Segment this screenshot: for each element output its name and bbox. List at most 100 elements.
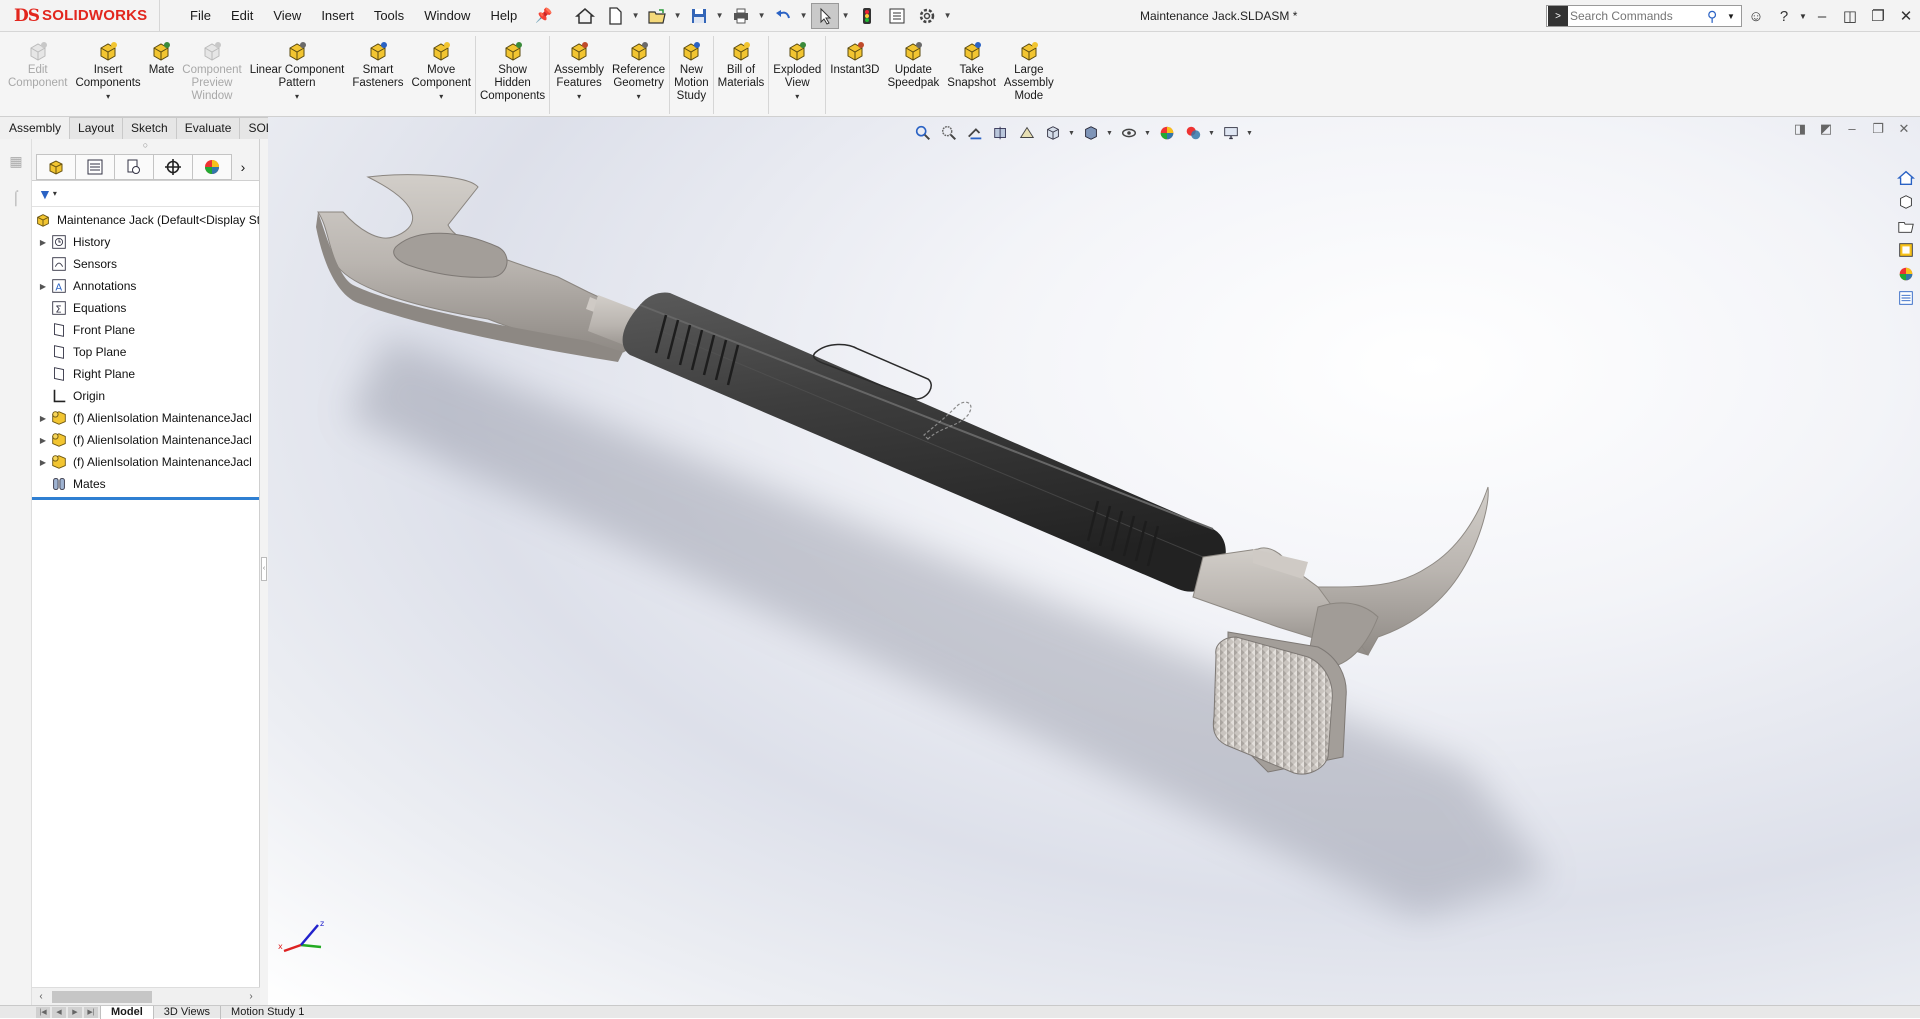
menu-insert[interactable]: Insert	[311, 0, 364, 32]
configuration-manager-tab[interactable]	[114, 153, 154, 180]
tile-left-icon[interactable]: ◨	[1790, 121, 1810, 137]
bottom-tab-motion-study-1[interactable]: Motion Study 1	[220, 1005, 314, 1019]
smart-fasteners-button[interactable]: Smart Fasteners	[348, 32, 407, 117]
edit-appearance-icon[interactable]	[1156, 122, 1178, 144]
dimxpert-manager-tab[interactable]	[153, 153, 193, 180]
search-input[interactable]	[1570, 9, 1700, 23]
appearances-icon[interactable]	[1895, 263, 1917, 285]
previous-view-icon[interactable]	[964, 122, 986, 144]
chevron-down-icon[interactable]: ▾	[106, 92, 110, 101]
user-icon[interactable]: ☺	[1742, 8, 1770, 25]
chevron-right-icon[interactable]: ›	[231, 154, 255, 180]
tile-window-icon[interactable]: ◫	[1836, 7, 1864, 25]
show-hidden-button[interactable]: Show Hidden Components	[476, 32, 549, 117]
expand-arrow-icon[interactable]: ▶	[36, 238, 50, 247]
chevron-down-icon[interactable]: ▼	[631, 11, 641, 20]
scroll-thumb[interactable]	[52, 990, 152, 1003]
next-tab-icon[interactable]: ▶	[68, 1006, 82, 1018]
help-icon[interactable]: ?	[1770, 8, 1798, 25]
display-manager-tab[interactable]	[192, 153, 232, 180]
component-preview-button[interactable]: Component Preview Window	[178, 32, 245, 117]
chevron-down-icon[interactable]: ▼	[673, 11, 683, 20]
filter-icon[interactable]: ▼ ▾	[32, 181, 259, 207]
hide-show-items-icon[interactable]	[1118, 122, 1140, 144]
design-library-icon[interactable]	[1895, 191, 1917, 213]
section-view-icon[interactable]	[990, 122, 1012, 144]
chevron-down-icon[interactable]: ▼	[1144, 130, 1152, 137]
tree-item[interactable]: ▶ (f) AlienIsolation MaintenanceJacl	[32, 429, 259, 451]
close-icon[interactable]: ✕	[1894, 121, 1914, 137]
chevron-down-icon[interactable]: ▼	[1727, 12, 1741, 21]
tree-item[interactable]: ▶ (f) AlienIsolation MaintenanceJacl	[32, 451, 259, 473]
tree-item[interactable]: ▶ (f) AlienIsolation MaintenanceJacl	[32, 407, 259, 429]
solidworks-logo[interactable]: DS SOLIDWORKS	[0, 0, 160, 32]
bom-button[interactable]: Bill of Materials	[714, 32, 769, 117]
tree-item[interactable]: Σ Equations	[32, 297, 259, 319]
prev-tab-icon[interactable]: ◀	[52, 1006, 66, 1018]
graphics-area[interactable]: ▼ ▼ ▼ ▼ ▼ ◨ ◩ – ❐ ✕ x z	[268, 117, 1920, 1005]
tree-item[interactable]: Top Plane	[32, 341, 259, 363]
expand-arrow-icon[interactable]: ▶	[36, 282, 50, 291]
bottom-tab-model[interactable]: Model	[100, 1005, 153, 1019]
tree-item[interactable]: ▶ History	[32, 231, 259, 253]
minimize-icon[interactable]: –	[1808, 8, 1836, 25]
linear-pattern-button[interactable]: Linear Component Pattern ▾	[246, 32, 349, 117]
scroll-left-icon[interactable]: ‹	[32, 991, 50, 1002]
expand-arrow-icon[interactable]: ▶	[36, 458, 50, 467]
reference-geometry-button[interactable]: Reference Geometry ▾	[608, 32, 669, 117]
tab-assembly[interactable]: Assembly	[0, 117, 71, 139]
open-folder-icon[interactable]	[643, 3, 671, 29]
file-explorer-icon[interactable]	[1895, 215, 1917, 237]
mate-button[interactable]: Mate	[145, 32, 179, 117]
property-manager-tab[interactable]	[75, 153, 115, 180]
panel-toggle-icon[interactable]: ▦	[5, 153, 27, 175]
menu-view[interactable]: View	[263, 0, 311, 32]
scroll-right-icon[interactable]: ›	[242, 991, 260, 1002]
custom-properties-icon[interactable]	[1895, 287, 1917, 309]
chevron-down-icon[interactable]: ▼	[1208, 130, 1216, 137]
chevron-down-icon[interactable]: ▼	[943, 11, 953, 20]
print-icon[interactable]	[727, 3, 755, 29]
file-properties-icon[interactable]	[883, 3, 911, 29]
first-tab-icon[interactable]: |◀	[36, 1006, 50, 1018]
chevron-down-icon[interactable]: ▼	[1068, 130, 1076, 137]
tab-layout[interactable]: Layout	[69, 117, 124, 139]
chevron-down-icon[interactable]: ▼	[757, 11, 767, 20]
chevron-down-icon[interactable]: ▾	[439, 92, 443, 101]
view-orientation-icon[interactable]	[1042, 122, 1064, 144]
chevron-down-icon[interactable]: ▾	[637, 92, 641, 101]
save-icon[interactable]	[685, 3, 713, 29]
menu-tools[interactable]: Tools	[364, 0, 414, 32]
motion-study-button[interactable]: New Motion Study	[670, 32, 713, 117]
minimize-icon[interactable]: –	[1842, 121, 1862, 137]
zoom-to-fit-icon[interactable]	[912, 122, 934, 144]
last-tab-icon[interactable]: ▶|	[84, 1006, 98, 1018]
bottom-tab-3d-views[interactable]: 3D Views	[152, 1005, 220, 1019]
tree-root-assembly[interactable]: Maintenance Jack (Default<Display St	[32, 209, 259, 231]
large-assembly-button[interactable]: Large Assembly Mode	[1000, 32, 1058, 117]
close-icon[interactable]: ✕	[1892, 7, 1920, 25]
expand-arrow-icon[interactable]: ▶	[36, 414, 50, 423]
search-commands-box[interactable]: > ⚲ ▼	[1546, 5, 1742, 27]
maintenance-jack-3d-model[interactable]	[268, 117, 1920, 1005]
view-palette-icon[interactable]	[1895, 239, 1917, 261]
insert-components-button[interactable]: Insert Components ▾	[71, 32, 144, 117]
expand-arrow-icon[interactable]: ▶	[36, 436, 50, 445]
tree-item[interactable]: Origin	[32, 385, 259, 407]
restore-icon[interactable]: ❐	[1868, 121, 1888, 137]
panel-splitter[interactable]: ‹	[260, 139, 268, 1005]
splitter-grip[interactable]: ‹	[261, 557, 267, 581]
chevron-down-icon[interactable]: ▼	[715, 11, 725, 20]
menu-help[interactable]: Help	[480, 0, 527, 32]
menu-window[interactable]: Window	[414, 0, 480, 32]
tree-item[interactable]: Front Plane	[32, 319, 259, 341]
tree-rollback-bar[interactable]	[32, 497, 259, 500]
chevron-down-icon[interactable]: ▾	[795, 92, 799, 101]
options-gear-icon[interactable]	[913, 3, 941, 29]
display-style-icon[interactable]	[1080, 122, 1102, 144]
chevron-down-icon[interactable]: ▼	[799, 11, 809, 20]
zoom-to-area-icon[interactable]	[938, 122, 960, 144]
chevron-down-icon[interactable]: ▼	[1798, 12, 1808, 21]
tree-item[interactable]: Right Plane	[32, 363, 259, 385]
solidworks-resources-icon[interactable]	[1895, 167, 1917, 189]
